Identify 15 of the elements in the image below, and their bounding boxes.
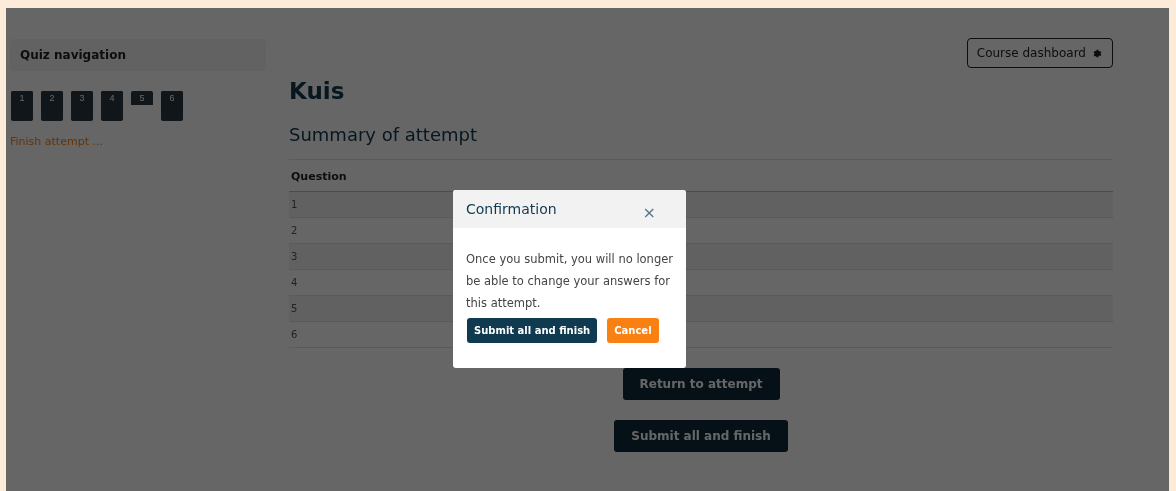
sidebar-title: Quiz navigation [10,39,266,71]
submit-button[interactable]: Submit all and finish [467,318,598,343]
page-title: Kuis [289,78,346,104]
dialog-title: Confirmation [466,201,557,217]
finish-attempt-link[interactable]: Finish attempt ... [10,135,103,148]
question-nav-button[interactable]: 3 [71,91,93,121]
cancel-button[interactable]: Cancel [607,318,659,343]
question-nav-button[interactable]: 4 [101,91,123,121]
question-nav-button[interactable]: 2 [41,91,63,121]
question-nav-button[interactable]: 6 [161,91,183,121]
submit-button[interactable]: Submit all and finish [614,420,788,452]
course-dashboard-button[interactable]: Course dashboard [966,38,1113,68]
return-button[interactable]: Return to attempt [622,368,780,400]
question-nav-button[interactable]: 1 [11,91,33,121]
section-title: Summary of attempt [289,124,478,145]
